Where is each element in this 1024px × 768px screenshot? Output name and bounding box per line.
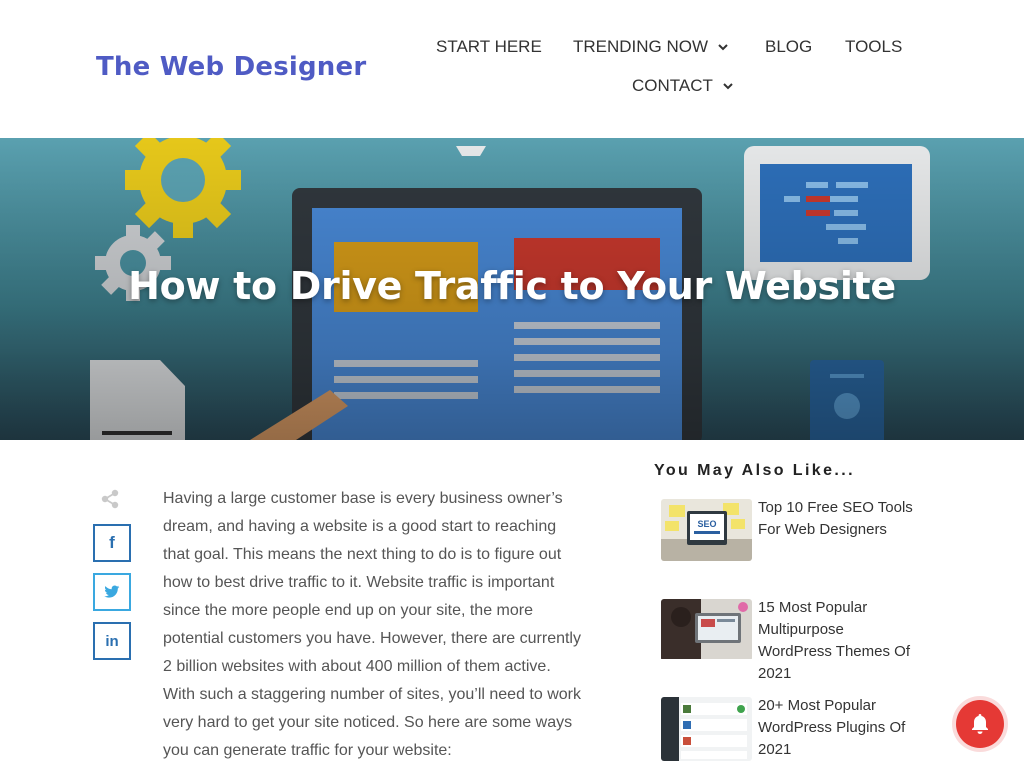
nav-contact[interactable]: CONTACT xyxy=(632,76,735,96)
article-intro: Having a large customer base is every bu… xyxy=(163,490,581,759)
share-icon xyxy=(101,489,119,509)
facebook-share-button[interactable]: f xyxy=(93,524,131,562)
post-thumbnail[interactable]: SEO xyxy=(661,499,752,561)
nav-tools-label: TOOLS xyxy=(845,37,903,56)
sidebar-heading: You May Also Like... xyxy=(654,462,855,479)
bell-icon xyxy=(972,714,988,734)
nav-trending-now[interactable]: TRENDING NOW xyxy=(573,37,730,57)
facebook-icon: f xyxy=(109,533,115,552)
chevron-down-icon xyxy=(718,44,728,51)
linkedin-icon: in xyxy=(105,632,119,650)
svg-text:SEO: SEO xyxy=(697,519,716,529)
nav-trending-now-label: TRENDING NOW xyxy=(573,37,709,56)
page-title: How to Drive Traffic to Your Website xyxy=(128,264,896,308)
nav-start-here[interactable]: START HERE xyxy=(436,37,542,57)
nav-tools[interactable]: TOOLS xyxy=(845,37,902,57)
site-header: The Web Designer START HERE TRENDING NOW… xyxy=(0,0,1024,138)
twitter-share-button[interactable] xyxy=(93,573,131,611)
nav-blog-label: BLOG xyxy=(765,37,813,56)
related-post-title[interactable]: Top 10 Free SEO Tools For Web Designers xyxy=(758,497,918,541)
post-thumbnail[interactable] xyxy=(661,599,752,661)
nav-contact-label: CONTACT xyxy=(632,76,713,95)
nav-start-here-label: START HERE xyxy=(436,37,542,56)
post-thumbnail[interactable] xyxy=(661,697,752,761)
chevron-down-icon xyxy=(723,83,733,90)
site-logo[interactable]: The Web Designer xyxy=(96,52,366,82)
notification-bell-button[interactable] xyxy=(956,700,1004,748)
nav-blog[interactable]: BLOG xyxy=(765,37,812,57)
related-post-title[interactable]: 15 Most Popular Multipurpose WordPress T… xyxy=(758,597,918,685)
twitter-icon xyxy=(104,585,120,598)
linkedin-share-button[interactable]: in xyxy=(93,622,131,660)
related-post-title[interactable]: 20+ Most Popular WordPress Plugins Of 20… xyxy=(758,695,918,761)
